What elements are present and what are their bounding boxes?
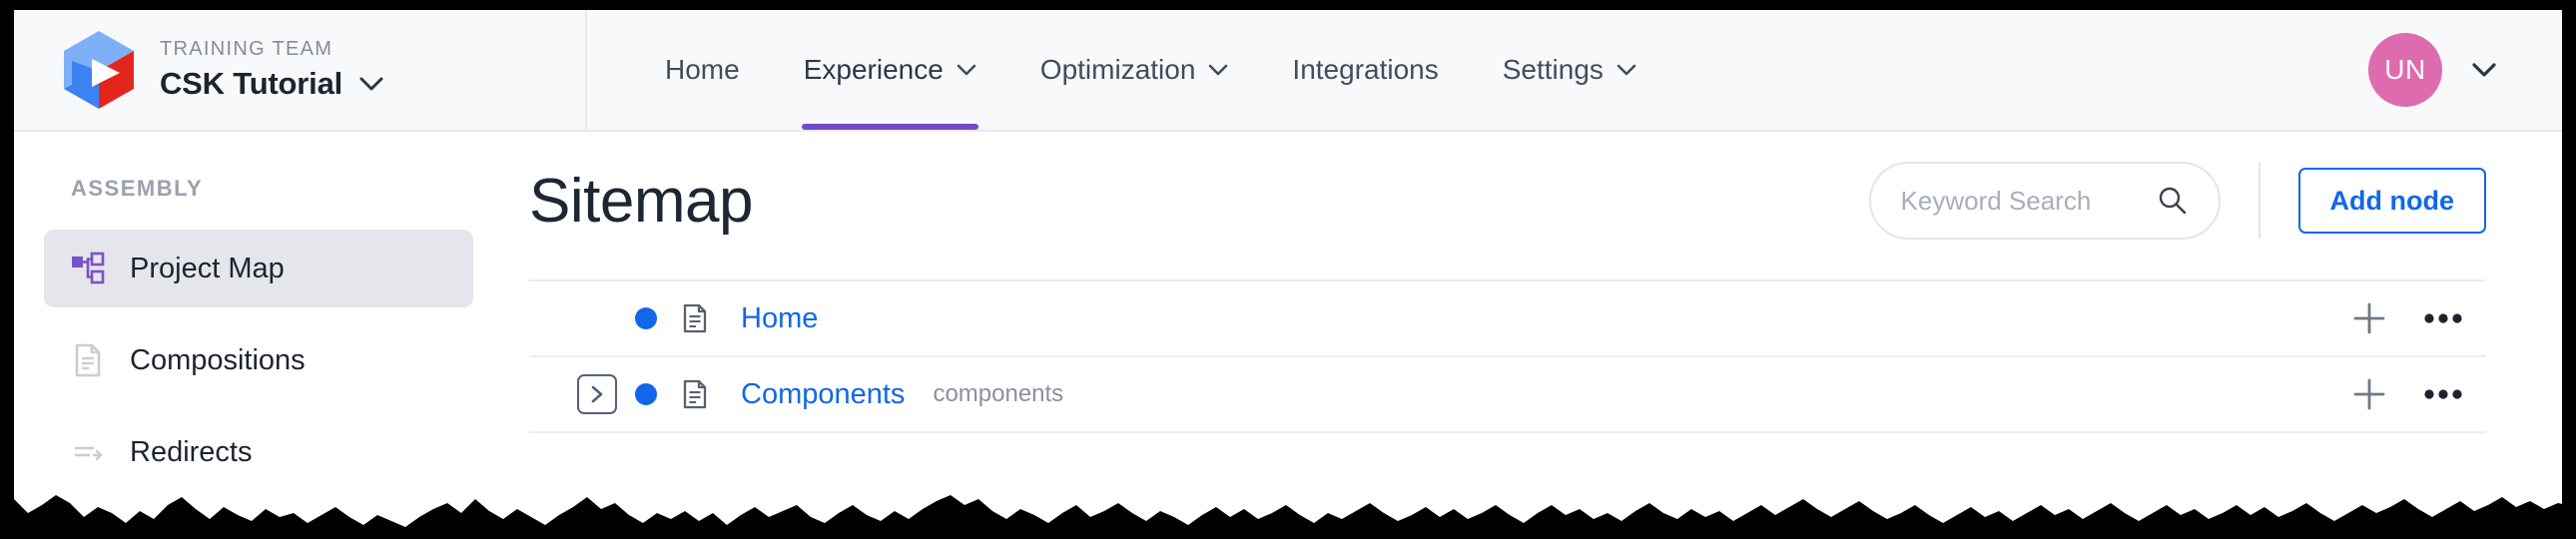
search-box[interactable]	[1868, 162, 2221, 240]
user-menu[interactable]: UN	[2368, 10, 2562, 130]
document-icon	[70, 342, 106, 378]
search-icon[interactable]	[2157, 185, 2189, 217]
cube-play-logo-icon	[64, 31, 134, 109]
brand-section[interactable]: TRAINING TEAM CSK Tutorial	[14, 10, 587, 130]
document-icon	[679, 378, 711, 410]
plus-icon[interactable]	[2332, 288, 2406, 348]
screenshot-root: TRAINING TEAM CSK Tutorial Home Experien…	[0, 0, 2576, 539]
node-slug: components	[933, 380, 1064, 407]
sitemap-icon	[70, 251, 106, 286]
sidebar-item-compositions[interactable]: Compositions	[44, 321, 473, 399]
nav-label: Integrations	[1292, 54, 1439, 85]
divider	[2257, 163, 2260, 239]
chevron-down-icon	[957, 64, 976, 77]
more-options-icon[interactable]	[2406, 288, 2480, 348]
status-dot	[635, 307, 657, 329]
expand-row-button[interactable]	[577, 374, 617, 414]
sidebar-item-label: Project Map	[130, 252, 285, 284]
nav-label: Home	[665, 54, 740, 85]
project-name: CSK Tutorial	[160, 66, 343, 101]
app-body: ASSEMBLY Project Map Compositions Redire…	[14, 132, 2562, 527]
document-icon	[679, 302, 711, 334]
nav-label: Experience	[803, 54, 944, 85]
sidebar-item-redirects[interactable]: Redirects	[44, 413, 473, 491]
brand-text: TRAINING TEAM CSK Tutorial	[160, 38, 383, 102]
chevron-down-icon[interactable]	[2472, 62, 2496, 78]
table-row[interactable]: Home	[529, 281, 2486, 357]
redirect-arrow-icon	[70, 434, 106, 470]
table-row[interactable]: Components components	[529, 357, 2486, 433]
chevron-down-icon	[1208, 64, 1228, 77]
app-window: TRAINING TEAM CSK Tutorial Home Experien…	[14, 10, 2562, 529]
search-input[interactable]	[1900, 185, 2151, 217]
content-header-tools: Add node	[1868, 162, 2486, 240]
nav-item-optimization[interactable]: Optimization	[1008, 10, 1261, 130]
sidebar: ASSEMBLY Project Map Compositions Redire…	[14, 132, 503, 527]
top-header: TRAINING TEAM CSK Tutorial Home Experien…	[14, 10, 2562, 132]
nav-item-integrations[interactable]: Integrations	[1260, 10, 1470, 130]
status-dot	[635, 383, 657, 405]
sidebar-item-project-map[interactable]: Project Map	[44, 230, 473, 307]
nav-item-settings[interactable]: Settings	[1471, 10, 1668, 130]
content-header: Sitemap Add node	[529, 162, 2486, 279]
chevron-down-icon[interactable]	[359, 77, 383, 92]
plus-icon[interactable]	[2332, 364, 2406, 424]
sidebar-item-label: Redirects	[130, 435, 253, 468]
nav-label: Optimization	[1039, 54, 1196, 85]
nav-label: Settings	[1502, 54, 1604, 85]
nav-item-home[interactable]: Home	[633, 10, 772, 130]
sitemap-tree: Home Components components	[529, 279, 2486, 433]
more-options-icon[interactable]	[2406, 364, 2480, 424]
team-label: TRAINING TEAM	[160, 38, 333, 60]
node-link[interactable]: Home	[741, 302, 818, 335]
sidebar-item-label: Compositions	[130, 343, 306, 376]
add-node-button[interactable]: Add node	[2297, 168, 2486, 234]
nav-item-experience[interactable]: Experience	[772, 10, 1008, 130]
sidebar-section-label: ASSEMBLY	[71, 176, 204, 201]
avatar[interactable]: UN	[2368, 33, 2442, 107]
main-content: Sitemap Add node	[503, 132, 2562, 527]
chevron-down-icon	[1616, 64, 1636, 77]
main-navigation: Home Experience Optimization Integration…	[587, 10, 2368, 130]
chevron-right-icon	[591, 385, 603, 403]
page-title: Sitemap	[529, 166, 753, 236]
node-link[interactable]: Components	[741, 378, 905, 411]
